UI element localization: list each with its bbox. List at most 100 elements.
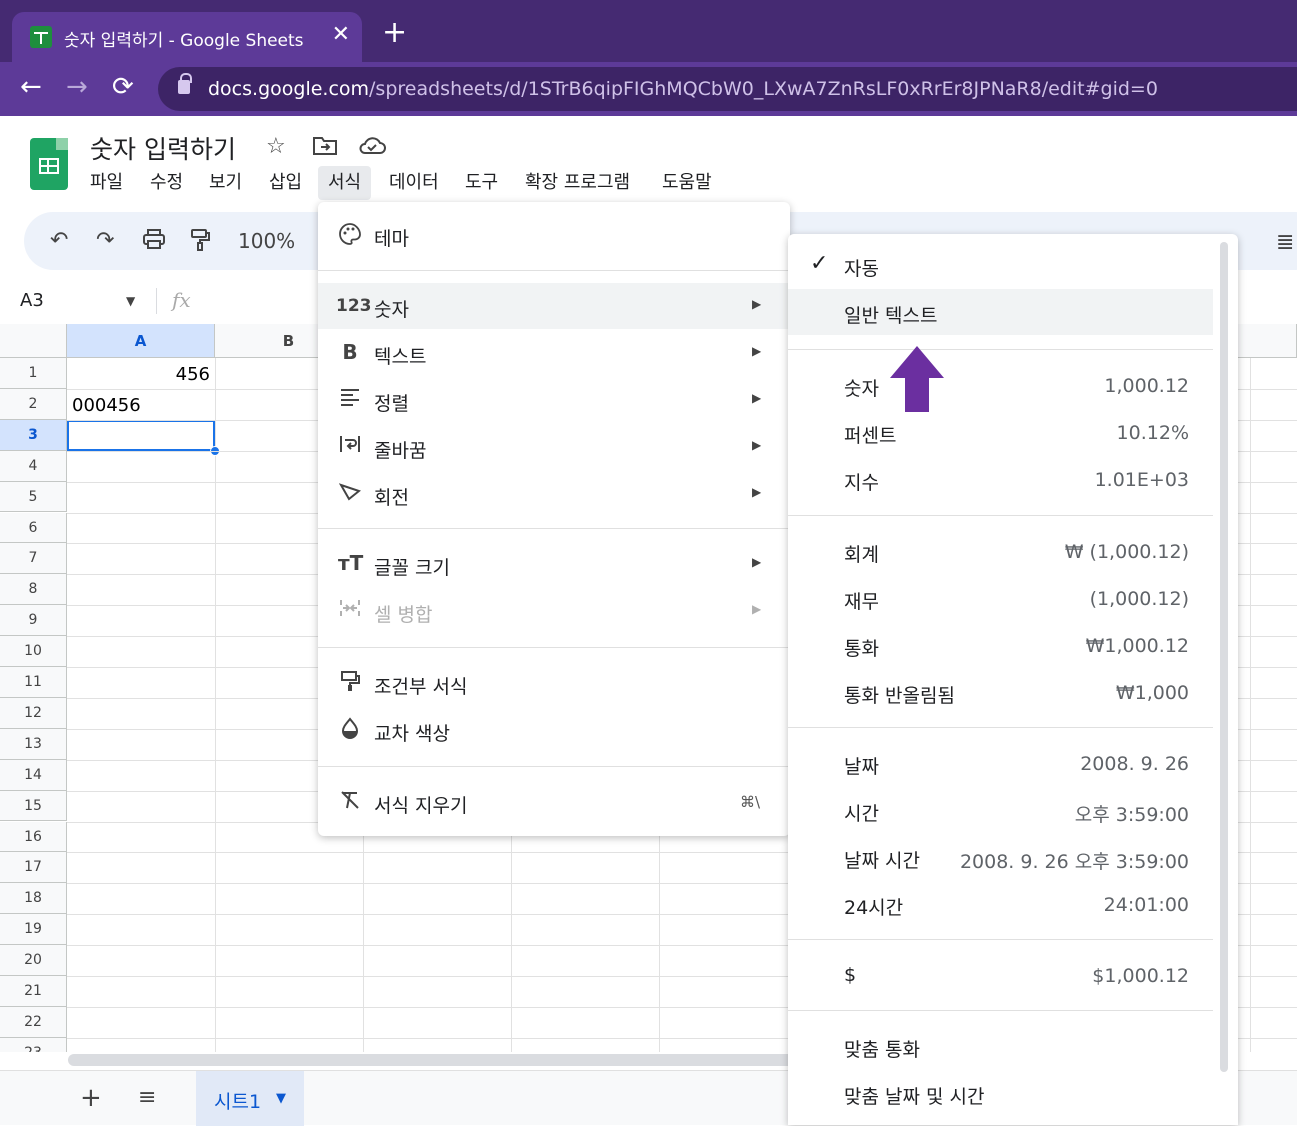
- menu-item-label: 숫자: [374, 299, 409, 321]
- menu-view[interactable]: 보기: [199, 166, 252, 200]
- menu-extensions[interactable]: 확장 프로그램: [515, 166, 640, 200]
- row-header[interactable]: 2: [0, 388, 67, 420]
- tab-close-icon[interactable]: ✕: [332, 22, 350, 47]
- row-header[interactable]: 5: [0, 481, 67, 513]
- number-format-dollar[interactable]: $ $1,000.12: [788, 952, 1213, 998]
- submenu-arrow-icon: ▶: [752, 602, 762, 616]
- menu-file[interactable]: 파일: [80, 166, 133, 200]
- row-header[interactable]: 12: [0, 697, 67, 729]
- star-icon[interactable]: ☆: [266, 134, 286, 159]
- row-header[interactable]: 8: [0, 574, 67, 606]
- paint-format-icon[interactable]: [188, 228, 212, 258]
- format-menu-text[interactable]: B 텍스트 ▶: [318, 330, 788, 376]
- row-header[interactable]: 17: [0, 852, 67, 884]
- row-header[interactable]: 11: [0, 667, 67, 698]
- number-format-duration[interactable]: 24시간 24:01:00: [788, 881, 1213, 927]
- cell-a1[interactable]: 456: [72, 364, 210, 385]
- horizontal-scrollbar[interactable]: [68, 1054, 828, 1066]
- document-title[interactable]: 숫자 입력하기: [90, 130, 236, 166]
- cloud-status-icon[interactable]: [358, 134, 386, 162]
- url-bar[interactable]: docs.google.com/spreadsheets/d/1STrB6qip…: [158, 67, 1297, 111]
- number-format-custom-currency[interactable]: 맞춤 통화: [788, 1023, 1213, 1069]
- chevron-down-icon[interactable]: ▼: [126, 294, 135, 308]
- format-option-label: $: [844, 964, 857, 986]
- submenu-arrow-icon: ▶: [752, 485, 762, 499]
- row-header[interactable]: 14: [0, 759, 67, 791]
- format-option-sample: 오후 3:59:00: [1074, 804, 1189, 826]
- forward-icon[interactable]: →: [66, 72, 88, 102]
- selected-cell[interactable]: [67, 420, 215, 451]
- format-menu-rotate[interactable]: 회전 ▶: [318, 471, 788, 517]
- menu-data[interactable]: 데이터: [379, 166, 449, 200]
- row-header[interactable]: 1: [0, 358, 67, 389]
- format-menu-conditional[interactable]: 조건부 서식: [318, 660, 788, 706]
- number-format-financial[interactable]: 재무 (1,000.12): [788, 575, 1213, 621]
- number-format-number[interactable]: 숫자 1,000.12: [788, 362, 1213, 408]
- row-header[interactable]: 7: [0, 543, 67, 575]
- add-sheet-icon[interactable]: +: [80, 1083, 102, 1113]
- number-format-scientific[interactable]: 지수 1.01E+03: [788, 456, 1213, 502]
- all-sheets-icon[interactable]: ≡: [138, 1085, 156, 1110]
- number-format-plain-text[interactable]: 일반 텍스트: [788, 289, 1213, 335]
- format-menu-clear[interactable]: 서식 지우기 ⌘\: [318, 779, 788, 825]
- undo-icon[interactable]: ↶: [50, 228, 68, 253]
- new-tab-icon[interactable]: +: [382, 18, 407, 48]
- row-header[interactable]: 4: [0, 450, 67, 482]
- number-format-currency-rounded[interactable]: 통화 반올림됨 ₩1,000: [788, 669, 1213, 715]
- select-all-corner[interactable]: [0, 324, 67, 358]
- browser-tab[interactable]: 숫자 입력하기 - Google Sheets ✕: [12, 12, 362, 62]
- number-format-currency[interactable]: 통화 ₩1,000.12: [788, 622, 1213, 668]
- format-menu-wrap[interactable]: 줄바꿈 ▶: [318, 424, 788, 470]
- menu-tools[interactable]: 도구: [455, 166, 508, 200]
- annotation-arrow-icon: [890, 346, 944, 412]
- number-format-automatic[interactable]: ✓ 자동: [788, 242, 1213, 288]
- row-header[interactable]: 15: [0, 790, 67, 822]
- format-menu-alternating[interactable]: 교차 색상: [318, 707, 788, 753]
- zoom-select[interactable]: 100%: [238, 229, 295, 253]
- reload-icon[interactable]: ⟳: [112, 72, 134, 102]
- cell-a2[interactable]: 000456: [72, 395, 141, 416]
- number-format-percent[interactable]: 퍼센트 10.12%: [788, 409, 1213, 455]
- sheet-tab[interactable]: 시트1 ▼: [196, 1071, 304, 1126]
- number-format-datetime[interactable]: 날짜 시간 2008. 9. 26 오후 3:59:00: [788, 834, 1213, 880]
- row-header[interactable]: 23: [0, 1037, 67, 1052]
- format-option-label: 통화: [844, 638, 879, 660]
- chevron-down-icon[interactable]: ▼: [276, 1091, 286, 1106]
- row-header[interactable]: 6: [0, 512, 67, 544]
- row-header[interactable]: 10: [0, 636, 67, 667]
- move-folder-icon[interactable]: [312, 134, 338, 162]
- format-menu-theme[interactable]: 테마: [318, 212, 788, 258]
- row-header[interactable]: 20: [0, 945, 67, 976]
- row-header[interactable]: 21: [0, 976, 67, 1007]
- submenu-scrollbar[interactable]: [1220, 242, 1228, 1072]
- menu-format[interactable]: 서식: [318, 166, 372, 200]
- number-format-icon: 123: [336, 296, 372, 316]
- redo-icon[interactable]: ↷: [96, 228, 114, 253]
- number-format-accounting[interactable]: 회계 ₩ (1,000.12): [788, 528, 1213, 574]
- row-header[interactable]: 3: [0, 419, 67, 451]
- print-icon[interactable]: [142, 228, 166, 256]
- alternating-colors-icon: [338, 717, 362, 744]
- row-header[interactable]: 16: [0, 821, 67, 853]
- row-header[interactable]: 22: [0, 1006, 67, 1038]
- menu-edit[interactable]: 수정: [140, 166, 193, 200]
- format-menu-number[interactable]: 123 숫자 ▶: [318, 283, 788, 329]
- column-header[interactable]: A: [67, 324, 215, 358]
- number-format-time[interactable]: 시간 오후 3:59:00: [788, 787, 1213, 833]
- row-header[interactable]: 13: [0, 728, 67, 760]
- menu-insert[interactable]: 삽입: [259, 166, 312, 200]
- row-header[interactable]: 9: [0, 605, 67, 637]
- align-icon[interactable]: ≣: [1276, 230, 1294, 255]
- menu-help[interactable]: 도움말: [652, 166, 722, 200]
- format-menu-align[interactable]: 정렬 ▶: [318, 377, 788, 423]
- number-format-custom-datetime[interactable]: 맞춤 날짜 및 시간: [788, 1070, 1213, 1116]
- menu-item-shortcut: ⌘\: [740, 793, 761, 811]
- back-icon[interactable]: ←: [20, 72, 42, 102]
- submenu-arrow-icon: ▶: [752, 391, 762, 405]
- format-menu-font-size[interactable]: тT 글꼴 크기 ▶: [318, 541, 788, 587]
- row-header[interactable]: 19: [0, 914, 67, 946]
- row-header[interactable]: 18: [0, 883, 67, 915]
- sheets-logo-icon[interactable]: [30, 138, 68, 190]
- name-box[interactable]: A3: [20, 290, 44, 311]
- number-format-date[interactable]: 날짜 2008. 9. 26: [788, 740, 1213, 786]
